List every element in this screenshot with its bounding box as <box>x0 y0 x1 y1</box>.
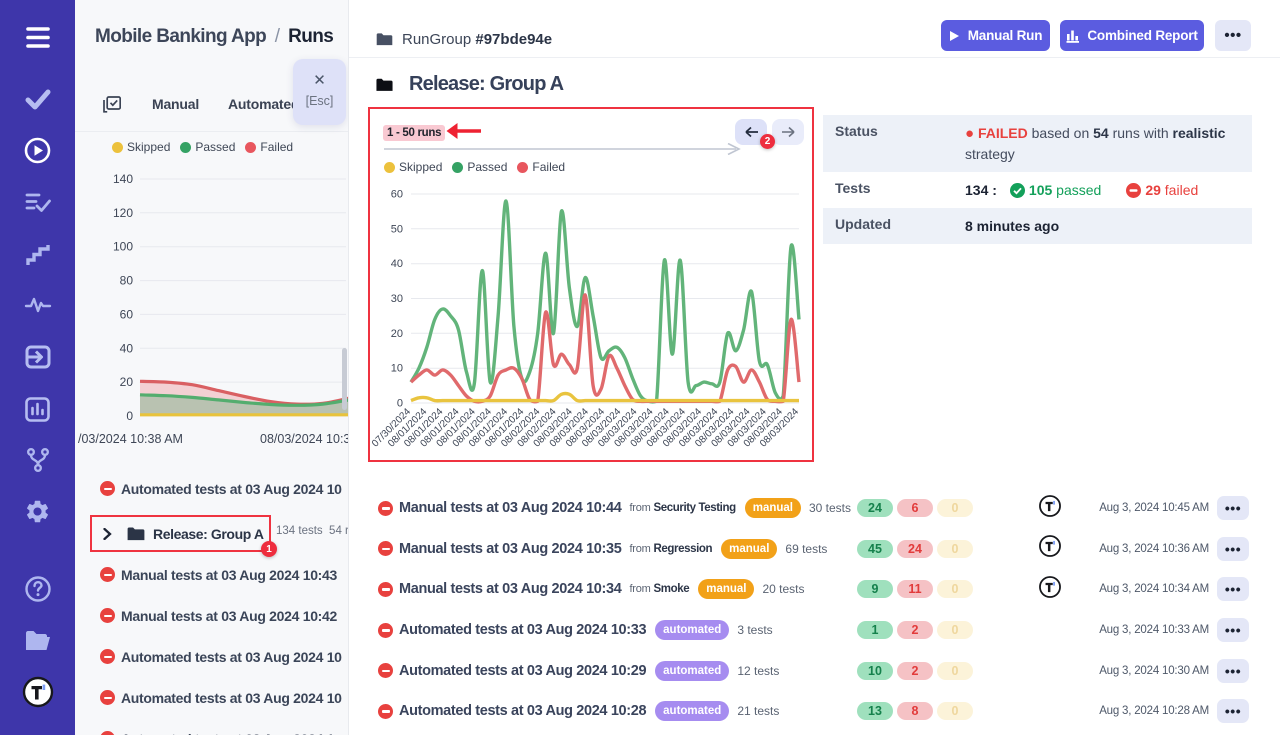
svg-text:120: 120 <box>113 206 133 220</box>
svg-text:0: 0 <box>126 409 133 423</box>
svg-text:20: 20 <box>391 328 403 340</box>
svg-text:60: 60 <box>120 307 134 321</box>
svg-text:0: 0 <box>397 398 403 410</box>
svg-text:20: 20 <box>120 375 134 389</box>
svg-text:60: 60 <box>391 189 403 201</box>
svg-text:30: 30 <box>391 293 403 305</box>
svg-text:08/03/2024 10:39: 08/03/2024 10:39 <box>260 432 349 446</box>
svg-text:10: 10 <box>391 363 403 375</box>
svg-text:140: 140 <box>113 172 133 186</box>
svg-text:/03/2024 10:38 AM: /03/2024 10:38 AM <box>78 432 183 446</box>
svg-text:40: 40 <box>391 258 403 270</box>
svg-text:50: 50 <box>391 223 403 235</box>
svg-text:100: 100 <box>113 240 133 254</box>
svg-text:80: 80 <box>120 274 134 288</box>
svg-text:40: 40 <box>120 341 134 355</box>
